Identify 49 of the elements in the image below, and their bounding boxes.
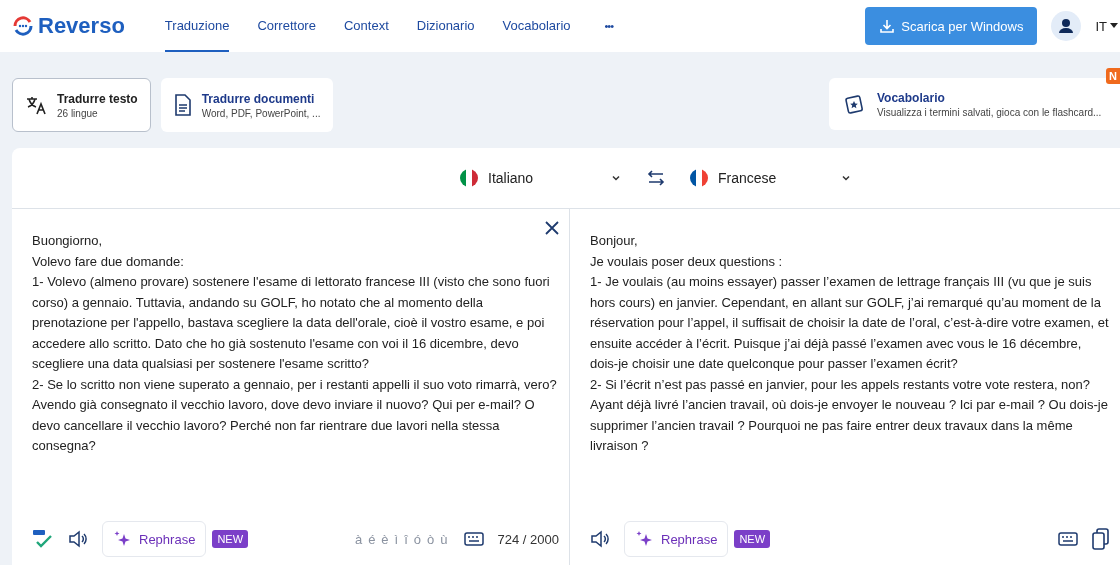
swap-icon[interactable] (646, 169, 666, 187)
nav-tab[interactable]: Context (343, 0, 389, 52)
language-menu[interactable]: IT (1095, 18, 1120, 34)
logo-text[interactable]: Reverso (38, 13, 125, 39)
download-icon (879, 18, 896, 34)
spellcheck-icon[interactable] (32, 529, 54, 549)
flag-icon (460, 169, 478, 187)
promo-title: Vocabolario (877, 90, 946, 105)
keyboard-icon[interactable] (1058, 531, 1078, 547)
new-badge: N (1106, 68, 1120, 84)
mode-card[interactable]: Tradurre documenti Word, PDF, PowerPoint, ... (160, 78, 334, 132)
caret-icon (1110, 23, 1118, 29)
source-text: 1- Volevo (almeno provare) sostenere l'esame di lettorato francese III (visto che sono fuori corso) a gennaio. Tuttavia, andando su GOLF, ho notato che al momento della prenotazione per l'appello, bastava scegliere la data dell'orale, cioè il vostro esame, e poi accedere allo scritto. Dato che ho già sostenuto l'esame con voi il 16 dicembre, devo scegliere una data qualsiasi per sostenere l'esame scritto? (32, 273, 551, 373)
speaker-icon[interactable] (590, 529, 610, 549)
user-avatar-icon[interactable] (1051, 11, 1082, 41)
source-text: 2- Se lo scritto non viene superato a gennaio, per i restanti appelli il suo voto rimarrà, vero? Avendo già consegnato il vecchio lavoro, dove devo inviare il nuovo? Qui per e-mail? O devo cancellare il vecchio lavoro? Perché non far rientrare due lavori nella stessa consegna? (32, 375, 558, 455)
flag-icon (690, 169, 708, 187)
close-icon[interactable] (545, 221, 559, 235)
source-text: Buongiorno, (32, 232, 104, 250)
rephrase-button[interactable]: Rephrase (102, 521, 207, 557)
logo-icon (12, 15, 34, 37)
translation-text: Bonjour, (590, 232, 639, 250)
speaker-icon[interactable] (68, 529, 88, 549)
language-selector[interactable]: Italiano (456, 165, 626, 191)
translation-text: Je voulais poser deux questions : (590, 252, 784, 271)
keyboard-icon[interactable] (463, 531, 484, 547)
mode-subtitle: Word, PDF, PowerPoint, ... (201, 107, 321, 119)
translation-text: 1- Je voulais (au moins essayer) passer l’examen de lettrage français III (vu que je suis hors cours) en janvier. Cependant, en allant sur GOLF, j’ai remarqué qu’au moment de la réservation pour l’appel, il suffisait de choisir la date de l’oral, c’est-à-dire votre examen, et ensuite accéder à l’écrit. Puisque j’ai déjà passé l’examen avec vous le 16 décembre, dois-je choisir une date quelconque pour passer l’examen écrit? (590, 273, 1110, 373)
mode-title: Tradurre documenti (201, 91, 316, 106)
translate-icon (25, 94, 47, 116)
more-button[interactable]: ••• (598, 0, 620, 52)
document-icon (173, 94, 192, 116)
language-selector[interactable]: Francese (686, 165, 856, 191)
source-text: Volevo fare due domande: (32, 252, 185, 271)
character-count: 724 / 2000 (497, 531, 559, 547)
nav-tab[interactable]: Vocabolario (502, 0, 571, 52)
mode-card[interactable]: Tradurre testo 26 lingue (12, 78, 151, 132)
mode-subtitle: 26 lingue (57, 107, 99, 119)
promo-subtitle: Visualizza i termini salvati, gioca con le flashcard... (877, 106, 1102, 118)
nav-tab[interactable]: Correttore (257, 0, 316, 52)
mode-title: Tradurre testo (57, 91, 138, 106)
nav-tab[interactable]: Dizionario (416, 0, 475, 52)
new-badge: NEW (212, 530, 249, 548)
nav-tab[interactable]: Traduzione (164, 0, 230, 52)
translation-text: 2- Si l’écrit n’est pas passé en janvier, pour les appels restants votre vote restera, non? Ayant déjà livré l’ancien travail, où dois-je envoyer le nouveau ? Ici par e-mail ? Ou dois-je supprimer l’ancien travail ? Pourquoi ne pas faire entrer deux travaux dans la même livraison ? (590, 375, 1109, 455)
copy-icon[interactable] (1092, 528, 1110, 550)
rephrase-button[interactable]: Rephrase (624, 521, 729, 557)
new-badge: NEW (734, 530, 771, 548)
flashcard-icon (843, 93, 865, 115)
